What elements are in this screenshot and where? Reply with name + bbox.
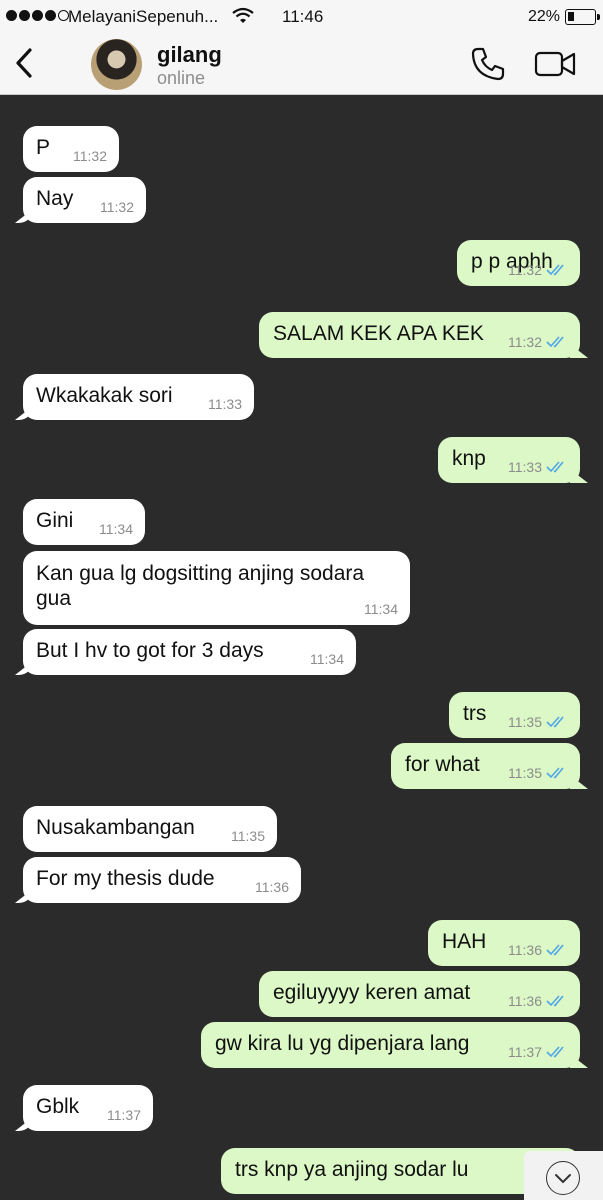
message-text: Nusakambangan: [36, 816, 195, 839]
outgoing-message[interactable]: trs 11:35: [449, 692, 580, 738]
message-time: 11:34: [99, 521, 133, 537]
incoming-message[interactable]: Wkakakak sori 11:33: [23, 374, 254, 420]
message-meta: 11:32: [508, 334, 568, 350]
battery-fill: [568, 12, 574, 21]
message-time: 11:34: [310, 651, 344, 667]
incoming-message[interactable]: But I hv to got for 3 days 11:34: [23, 629, 356, 675]
message-time: 11:36: [508, 942, 542, 958]
message-time: 11:33: [508, 459, 542, 475]
read-receipt-icon: [546, 264, 564, 276]
message-time: 11:34: [364, 601, 398, 617]
message-text: trs knp ya anjing sodar lu: [235, 1158, 469, 1181]
back-chevron-icon[interactable]: [8, 44, 42, 82]
read-receipt-icon: [546, 944, 564, 956]
carrier-name: MelayaniSepenuh...: [68, 7, 219, 26]
message-text: Gblk: [36, 1095, 80, 1118]
incoming-message[interactable]: Gini 11:34: [23, 499, 145, 545]
message-meta: 11:32: [73, 148, 107, 164]
message-text: SALAM KEK APA KEK: [273, 322, 484, 345]
message-text: Kan gua lg dogsitting anjing sodara gua: [36, 562, 365, 610]
status-time: 11:46: [282, 7, 324, 26]
chevron-down-icon: [546, 1161, 580, 1195]
message-time: 11:35: [508, 714, 542, 730]
battery-percent: 22%: [528, 8, 561, 25]
message-text: for what: [405, 753, 480, 776]
contact-status: online: [157, 68, 206, 88]
avatar[interactable]: [91, 39, 142, 90]
message-time: 11:36: [508, 993, 542, 1009]
chat-header: MelayaniSepenuh... 11:46 22% gilang onli…: [0, 0, 603, 95]
message-list[interactable]: P 11:32 Nay 11:32 p p aphh 11:32 SALAM KEK APA…: [0, 96, 603, 1200]
message-text: Gini: [36, 509, 74, 532]
read-receipt-icon: [546, 716, 564, 728]
outgoing-message[interactable]: p p aphh 11:32: [457, 240, 580, 286]
message-text: HAH: [442, 930, 487, 953]
message-time: 11:35: [508, 765, 542, 781]
message-time: 11:32: [100, 199, 134, 215]
message-meta: 11:33: [208, 396, 242, 412]
incoming-message[interactable]: P 11:32: [23, 126, 119, 172]
message-meta: 11:34: [310, 651, 344, 667]
message-meta: 11:36: [255, 879, 289, 895]
message-meta: 11:35: [231, 828, 265, 844]
message-meta: 11:34: [99, 521, 133, 537]
message-time: 11:32: [508, 262, 542, 278]
read-receipt-icon: [546, 461, 564, 473]
message-text: P: [36, 136, 51, 159]
outgoing-message[interactable]: gw kira lu yg dipenjara lang 11:37: [201, 1022, 580, 1068]
incoming-message[interactable]: For my thesis dude 11:36: [23, 857, 301, 903]
message-meta: 11:37: [508, 1044, 568, 1060]
message-text: egiluyyyy keren amat: [273, 981, 471, 1004]
read-receipt-icon: [546, 767, 564, 779]
read-receipt-icon: [546, 336, 564, 348]
message-text: trs: [463, 702, 487, 725]
incoming-message[interactable]: Kan gua lg dogsitting anjing sodara gua 1…: [23, 551, 410, 625]
signal-strength-icon: [6, 10, 69, 21]
incoming-message[interactable]: Nusakambangan 11:35: [23, 806, 277, 852]
message-meta: 11:32: [508, 262, 568, 278]
message-time: 11:32: [73, 148, 107, 164]
status-bar: MelayaniSepenuh... 11:46 22%: [0, 0, 603, 34]
message-text: Nay: [36, 187, 74, 210]
outgoing-message[interactable]: egiluyyyy keren amat 11:36: [259, 971, 580, 1017]
outgoing-message[interactable]: HAH 11:36: [428, 920, 580, 966]
message-meta: 11:35: [508, 765, 568, 781]
message-text: Wkakakak sori: [36, 384, 173, 407]
incoming-message[interactable]: Nay 11:32: [23, 177, 146, 223]
message-meta: 11:32: [100, 199, 134, 215]
read-receipt-icon: [546, 1046, 564, 1058]
message-time: 11:37: [107, 1107, 141, 1123]
message-time: 11:32: [508, 334, 542, 350]
message-meta: 11:36: [508, 993, 568, 1009]
outgoing-message[interactable]: SALAM KEK APA KEK 11:32: [259, 312, 580, 358]
wifi-icon: [232, 7, 254, 23]
outgoing-message[interactable]: knp 11:33: [438, 437, 580, 483]
message-text: gw kira lu yg dipenjara lang: [215, 1032, 470, 1055]
read-receipt-icon: [546, 995, 564, 1007]
video-call-icon[interactable]: [534, 48, 576, 80]
message-time: 11:35: [231, 828, 265, 844]
message-meta: 11:35: [508, 714, 568, 730]
message-meta: 11:34: [364, 601, 398, 617]
message-meta: 11:37: [107, 1107, 141, 1123]
incoming-message[interactable]: Gblk 11:37: [23, 1085, 153, 1131]
phone-call-icon[interactable]: [470, 46, 506, 82]
message-text: For my thesis dude: [36, 867, 215, 890]
message-time: 11:33: [208, 396, 242, 412]
message-time: 11:36: [255, 879, 289, 895]
message-text: But I hv to got for 3 days: [36, 639, 264, 662]
message-text: knp: [452, 447, 486, 470]
message-meta: 11:36: [508, 942, 568, 958]
outgoing-message[interactable]: for what 11:35: [391, 743, 580, 789]
message-time: 11:37: [508, 1044, 542, 1060]
message-meta: 11:33: [508, 459, 568, 475]
scroll-to-bottom-button[interactable]: [524, 1151, 603, 1200]
contact-name[interactable]: gilang: [157, 42, 222, 68]
battery-icon: [565, 9, 600, 25]
